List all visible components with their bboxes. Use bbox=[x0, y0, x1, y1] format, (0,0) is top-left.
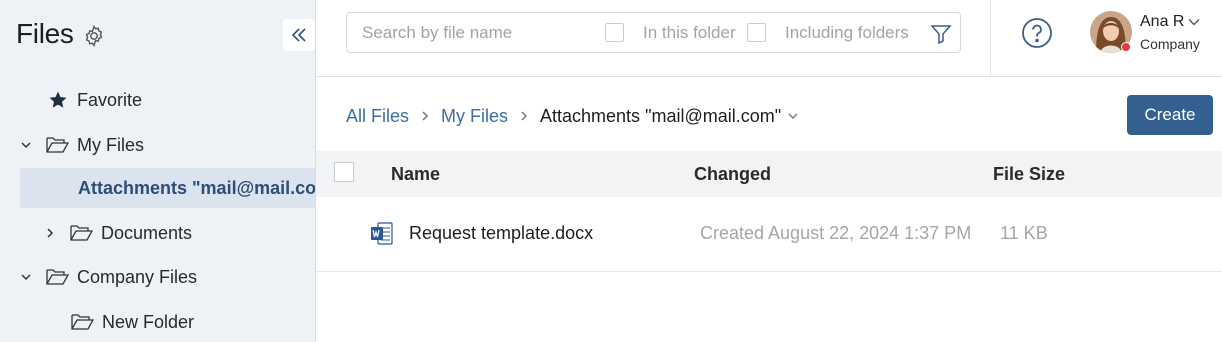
table-header: Name Changed File Size bbox=[316, 151, 1222, 197]
filter-icon[interactable] bbox=[929, 22, 953, 46]
in-this-folder-checkbox[interactable] bbox=[605, 23, 624, 42]
in-this-folder-label: In this folder bbox=[643, 23, 736, 42]
sidebar-item-label: Company Files bbox=[77, 266, 198, 287]
file-name[interactable]: Request template.docx bbox=[409, 223, 593, 244]
chevron-down-icon[interactable] bbox=[16, 270, 36, 284]
sidebar-item-company-files[interactable]: Company Files bbox=[16, 257, 197, 297]
double-chevron-left-icon bbox=[291, 28, 306, 42]
search-box: In this folder Including folders bbox=[346, 12, 961, 53]
user-name[interactable]: Ana R bbox=[1140, 13, 1184, 31]
sidebar-item-label: New Folder bbox=[102, 311, 195, 332]
chevron-down-icon[interactable] bbox=[1187, 15, 1201, 29]
folder-open-icon bbox=[46, 269, 69, 285]
select-all-checkbox[interactable] bbox=[334, 162, 354, 182]
status-indicator bbox=[1121, 42, 1131, 52]
sidebar-item-label: Attachments "mail@mail.com" bbox=[78, 177, 316, 198]
search-input[interactable] bbox=[362, 23, 592, 43]
sidebar-item-label: My Files bbox=[77, 134, 144, 155]
breadcrumb-current: Attachments "mail@mail.com" bbox=[540, 105, 782, 126]
column-header-changed[interactable]: Changed bbox=[694, 164, 771, 185]
sidebar-item-attachments[interactable]: Attachments "mail@mail.com" bbox=[20, 168, 316, 208]
sidebar-item-my-files[interactable]: My Files bbox=[16, 125, 144, 165]
sidebar-item-label: Documents bbox=[101, 222, 193, 243]
breadcrumb-all-files[interactable]: All Files bbox=[346, 106, 409, 127]
chevron-right-icon[interactable] bbox=[40, 226, 60, 240]
folder-open-icon bbox=[70, 225, 93, 241]
chevron-down-icon[interactable] bbox=[16, 138, 36, 152]
create-button[interactable]: Create bbox=[1127, 95, 1213, 135]
star-icon bbox=[49, 91, 67, 108]
help-icon[interactable] bbox=[1021, 17, 1053, 49]
file-size: 11 KB bbox=[1000, 223, 1048, 243]
breadcrumb-my-files[interactable]: My Files bbox=[441, 106, 508, 127]
gear-icon[interactable] bbox=[82, 24, 106, 48]
collapse-sidebar-button[interactable] bbox=[283, 19, 315, 51]
top-bar: In this folder Including folders Ana R C… bbox=[316, 0, 1222, 77]
folder-open-icon bbox=[46, 137, 69, 153]
table-row[interactable]: Request template.docx Created August 22,… bbox=[316, 197, 1222, 272]
including-folders-checkbox[interactable] bbox=[747, 23, 766, 42]
chevron-right-icon bbox=[419, 110, 431, 122]
sidebar-item-favorite[interactable]: Favorite bbox=[48, 80, 142, 120]
file-changed: Created August 22, 2024 1:37 PM bbox=[700, 223, 972, 243]
sidebar-item-new-folder[interactable]: New Folder bbox=[71, 302, 194, 342]
chevron-down-icon[interactable] bbox=[786, 109, 800, 123]
column-header-file-size[interactable]: File Size bbox=[993, 164, 1065, 185]
sidebar: Files Favorite My Files Attachments "mai… bbox=[0, 0, 316, 342]
folder-open-icon bbox=[71, 314, 94, 330]
including-folders-label: Including folders bbox=[785, 23, 909, 42]
topbar-divider bbox=[990, 0, 991, 77]
sidebar-item-documents[interactable]: Documents bbox=[40, 213, 192, 253]
word-doc-icon bbox=[371, 222, 393, 245]
user-company: Company bbox=[1140, 36, 1200, 52]
breadcrumb: All Files My Files Attachments "mail@mai… bbox=[346, 104, 800, 128]
column-header-name[interactable]: Name bbox=[391, 164, 440, 185]
chevron-right-icon bbox=[518, 110, 530, 122]
sidebar-title: Files bbox=[16, 18, 74, 49]
sidebar-item-label: Favorite bbox=[77, 89, 143, 110]
